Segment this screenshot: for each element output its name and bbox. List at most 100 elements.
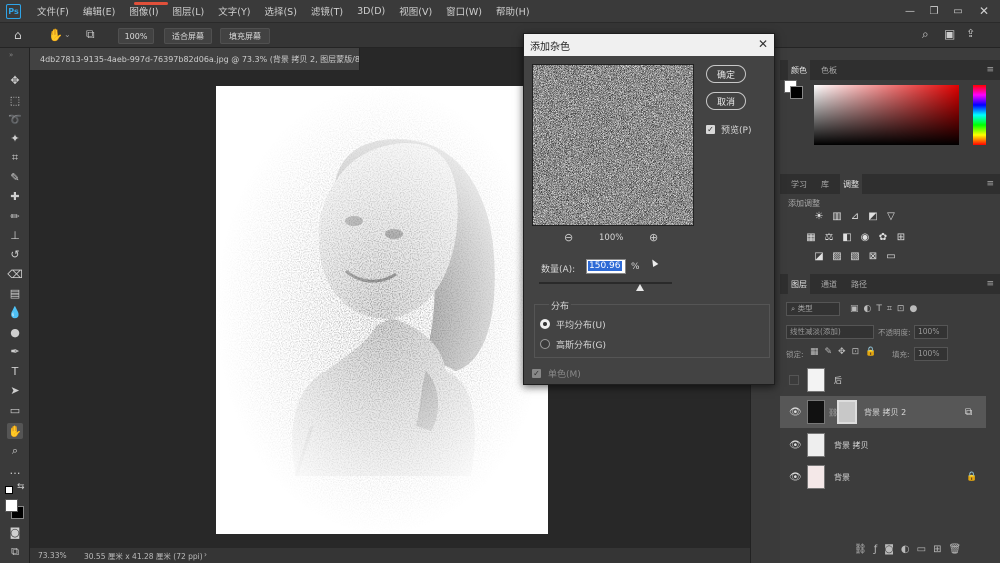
move-tool-icon[interactable]: ✥ (7, 72, 23, 88)
zoom-in-icon[interactable]: ⊕ (649, 231, 658, 244)
tab-learn[interactable]: 学习 (788, 174, 810, 194)
noise-preview[interactable] (532, 64, 694, 226)
color-balance-icon[interactable]: ⚖ (823, 232, 835, 243)
tab-libraries[interactable]: 库 (818, 174, 832, 194)
eraser-tool-icon[interactable]: ⌫ (7, 266, 23, 282)
photo-filter-icon[interactable]: ◉ (859, 232, 871, 243)
hand-tool-icon[interactable]: ✋ (7, 423, 23, 439)
type-tool-icon[interactable]: T (7, 363, 23, 379)
restore-icon[interactable]: ▭ (946, 0, 970, 22)
vibrance-icon[interactable]: ▽ (885, 211, 897, 222)
eye-icon[interactable]: 👁 (789, 407, 802, 418)
menu-window[interactable]: 窗口(W) (446, 4, 482, 18)
zoom-readout[interactable]: 73.33% (38, 551, 67, 560)
fill-input[interactable]: 100% (914, 347, 948, 361)
fit-screen-button[interactable]: 适合屏幕 (164, 28, 212, 44)
scroll-all-windows-icon[interactable]: ⧉ (86, 27, 95, 42)
zoom-out-icon[interactable]: ⊖ (564, 231, 573, 244)
menu-3d[interactable]: 3D(D) (357, 6, 385, 17)
gaussian-radio[interactable] (540, 339, 550, 349)
panel-menu-icon[interactable]: ≡ (986, 65, 994, 75)
hue-saturation-icon[interactable]: ▦ (805, 232, 817, 243)
color-lookup-icon[interactable]: ⊞ (895, 232, 907, 243)
close-icon[interactable]: ✕ (972, 0, 996, 22)
pen-tool-icon[interactable]: ✒ (7, 343, 23, 359)
layer-actions-bar[interactable]: ⛓ƒ◙◐▭⊞🗑 (854, 544, 968, 555)
zoom-tool-icon[interactable]: ⌕ (7, 443, 23, 459)
share-icon[interactable]: ⇪ (966, 27, 975, 40)
tab-swatches[interactable]: 色板 (818, 60, 840, 80)
menu-image[interactable]: 图像(I) (129, 4, 158, 18)
search-icon[interactable]: ⌕ (922, 27, 929, 42)
lasso-tool-icon[interactable]: ➰ (7, 111, 23, 127)
marquee-tool-icon[interactable]: ⬚ (7, 92, 23, 108)
threshold-icon[interactable]: ▧ (849, 251, 861, 262)
preview-checkbox[interactable]: ✓ (706, 125, 715, 134)
gradient-tool-icon[interactable]: ▤ (7, 285, 23, 301)
layer-row[interactable]: 后 (780, 364, 986, 396)
invert-icon[interactable]: ◪ (813, 251, 825, 262)
opacity-input[interactable]: 100% (914, 325, 948, 339)
restore-icon[interactable]: ❐ (922, 0, 946, 22)
menu-type[interactable]: 文字(Y) (218, 4, 250, 18)
document-canvas[interactable] (216, 86, 548, 534)
workspace-icon[interactable]: ▣ (944, 27, 955, 41)
blur-tool-icon[interactable]: 💧 (7, 304, 23, 320)
cancel-button[interactable]: 取消 (706, 92, 746, 110)
gaussian-label[interactable]: 高斯分布(G) (556, 338, 606, 351)
document-tab[interactable]: 4db27813-9135-4aeb-997d-76397b82d06a.jpg… (30, 48, 360, 70)
more-tools-icon[interactable]: … (7, 462, 23, 478)
visibility-toggle-off[interactable] (789, 375, 799, 385)
layer-row-selected[interactable]: 👁 ⛓ 背景 拷贝 2 ⧉ (780, 396, 986, 428)
amount-slider-track[interactable] (539, 282, 672, 284)
tab-channels[interactable]: 通道 (818, 274, 840, 294)
foreground-color-swatch[interactable] (5, 499, 18, 512)
menu-help[interactable]: 帮助(H) (496, 4, 530, 18)
amount-slider-thumb[interactable] (636, 284, 644, 291)
hue-slider[interactable] (973, 85, 986, 145)
healing-brush-tool-icon[interactable]: ✚ (7, 188, 23, 204)
chevron-down-icon[interactable]: ⌄ (64, 30, 71, 39)
layer-mask-thumbnail[interactable] (837, 400, 857, 424)
background-color-swatch[interactable] (790, 86, 803, 99)
eye-icon[interactable]: 👁 (789, 440, 802, 451)
ok-button[interactable]: 确定 (706, 65, 746, 83)
menu-view[interactable]: 视图(V) (399, 4, 432, 18)
menu-filter[interactable]: 滤镜(T) (311, 4, 343, 18)
brightness-icon[interactable]: ☀ (813, 211, 825, 222)
lock-icons[interactable]: ▦✎✥⊡🔒 (810, 347, 882, 357)
color-field[interactable] (814, 85, 959, 145)
home-icon[interactable]: ⌂ (14, 28, 22, 42)
panel-menu-icon[interactable]: ≡ (986, 179, 994, 189)
swap-colors-icon[interactable]: ⇆ (17, 482, 25, 492)
tab-paths[interactable]: 路径 (848, 274, 870, 294)
eye-icon[interactable]: 👁 (789, 472, 802, 483)
history-brush-tool-icon[interactable]: ↺ (7, 246, 23, 262)
brush-tool-icon[interactable]: ✏ (7, 208, 23, 224)
dodge-tool-icon[interactable]: ● (7, 324, 23, 340)
exposure-icon[interactable]: ◩ (867, 211, 879, 222)
path-selection-tool-icon[interactable]: ➤ (7, 382, 23, 398)
posterize-icon[interactable]: ▨ (831, 251, 843, 262)
layer-row[interactable]: 👁 背景 拷贝 (780, 429, 986, 461)
minimize-icon[interactable]: — (898, 0, 922, 22)
fill-screen-button[interactable]: 填充屏幕 (220, 28, 270, 44)
menu-layer[interactable]: 图层(L) (173, 4, 205, 18)
layer-filter-select[interactable]: ⌕ 类型 (786, 302, 840, 316)
clone-stamp-tool-icon[interactable]: ⊥ (7, 227, 23, 243)
close-icon[interactable]: ✕ (758, 37, 768, 51)
smart-filter-icon[interactable]: ⧉ (965, 407, 972, 418)
curves-icon[interactable]: ⊿ (849, 211, 861, 222)
gradient-map-icon[interactable]: ▭ (885, 251, 897, 262)
zoom-100-button[interactable]: 100% (118, 28, 154, 44)
menu-edit[interactable]: 编辑(E) (83, 4, 115, 18)
menu-file[interactable]: 文件(F) (37, 4, 69, 18)
uniform-label[interactable]: 平均分布(U) (556, 318, 606, 331)
levels-icon[interactable]: ▥ (831, 211, 843, 222)
blend-mode-select[interactable]: 线性减淡(添加) (786, 325, 874, 339)
panel-menu-icon[interactable]: ≡ (986, 279, 994, 289)
rectangle-tool-icon[interactable]: ▭ (7, 402, 23, 418)
screen-mode-icon[interactable]: ⧉ (7, 544, 23, 560)
selective-color-icon[interactable]: ⊠ (867, 251, 879, 262)
magic-wand-tool-icon[interactable]: ✦ (7, 130, 23, 146)
